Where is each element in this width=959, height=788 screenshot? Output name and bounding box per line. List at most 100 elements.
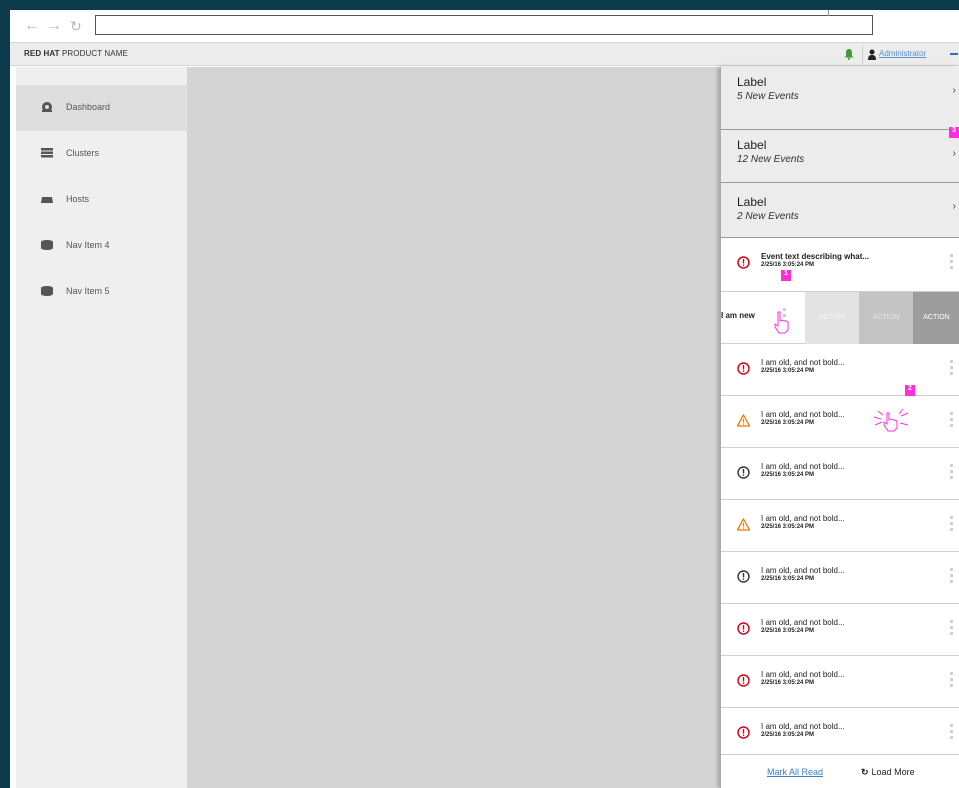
error-circle-icon xyxy=(737,256,750,269)
load-more-label: Load More xyxy=(871,767,915,777)
error-circle-icon xyxy=(737,726,750,739)
annotation-badge: 2 xyxy=(905,385,915,396)
database-icon xyxy=(41,240,53,250)
notification-time: 2/25/16 3:05:24 PM xyxy=(761,368,815,374)
action-button[interactable]: ACTION xyxy=(913,292,959,344)
notification-time: 2/25/16 3:05:24 PM xyxy=(761,732,815,738)
notification-item[interactable]: I am old, and not bold... 2/25/16 3:05:24… xyxy=(721,396,959,448)
notification-title: I am old, and not bold... xyxy=(761,462,845,471)
chevron-right-icon: › xyxy=(952,85,956,96)
notification-title: I am new xyxy=(721,311,755,320)
action-button[interactable]: ACTION xyxy=(859,292,913,344)
brand-name[interactable]: RED HAT PRODUCT NAME xyxy=(24,49,128,58)
chevron-right-icon: › xyxy=(952,201,956,212)
notification-item[interactable]: I am old, and not bold... 2/25/16 3:05:24… xyxy=(721,604,959,656)
forward-arrow-icon[interactable]: → xyxy=(46,18,62,34)
warning-triangle-icon xyxy=(737,518,750,531)
sidebar-item-label: Hosts xyxy=(66,194,90,204)
notification-item[interactable]: I am old, and not bold... 2/25/16 3:05:24… xyxy=(721,500,959,552)
masthead-toggle[interactable] xyxy=(950,53,958,55)
error-circle-icon xyxy=(737,622,750,635)
kebab-menu-icon[interactable] xyxy=(950,516,954,534)
notification-title: I am old, and not bold... xyxy=(761,410,845,419)
database-icon xyxy=(41,286,53,296)
clusters-icon xyxy=(41,148,53,158)
annotation-badge: 1 xyxy=(781,270,791,281)
notification-title: I am old, and not bold... xyxy=(761,358,845,367)
group-count: 5 New Events xyxy=(737,91,799,102)
notification-title: I am old, and not bold... xyxy=(761,566,845,575)
drawer-group[interactable]: Label 2 New Events › xyxy=(721,183,959,238)
kebab-menu-icon[interactable] xyxy=(950,464,954,482)
chevron-right-icon: › xyxy=(952,148,956,159)
kebab-menu-icon[interactable] xyxy=(950,568,954,586)
brand-bold: RED HAT xyxy=(24,49,60,58)
group-label: Label xyxy=(737,195,767,209)
action-button[interactable]: ACTION xyxy=(805,292,859,344)
sidebar-item-label: Nav Item 5 xyxy=(66,286,110,296)
chrome-divider xyxy=(828,10,829,16)
kebab-menu-icon[interactable] xyxy=(950,724,954,742)
notification-time: 2/25/16 3:05:24 PM xyxy=(761,576,815,582)
sidebar: Dashboard Clusters Hosts Nav Item 4 Nav … xyxy=(16,67,187,788)
notification-title: Event text describing what... xyxy=(761,252,870,261)
kebab-menu-icon[interactable] xyxy=(950,412,954,430)
sidebar-item-dashboard[interactable]: Dashboard xyxy=(16,85,187,131)
drawer-footer: Mark All Read ↻ Load More xyxy=(721,754,959,788)
notification-item[interactable]: I am old, and not bold... 2/25/16 3:05:24… xyxy=(721,448,959,500)
brand-rest: PRODUCT NAME xyxy=(59,49,128,58)
sidebar-item-label: Dashboard xyxy=(66,102,111,112)
notification-time: 2/25/16 3:05:24 PM xyxy=(761,680,815,686)
tap-gesture-icon xyxy=(774,311,789,334)
notification-drawer: Label 5 New Events › Label 12 New Events… xyxy=(720,67,959,788)
load-more-button[interactable]: ↻ Load More xyxy=(861,767,918,778)
url-bar[interactable] xyxy=(95,15,873,35)
notification-item[interactable]: I am old, and not bold... 2/25/16 3:05:24… xyxy=(721,552,959,604)
notification-item[interactable]: Event text describing what... 2/25/16 3:… xyxy=(721,238,959,292)
kebab-menu-icon[interactable] xyxy=(950,254,954,272)
notification-item[interactable]: I am old, and not bold... 2/25/16 3:05:24… xyxy=(721,708,959,760)
notification-title: I am old, and not bold... xyxy=(761,618,845,627)
sidebar-item-hosts[interactable]: Hosts xyxy=(16,177,187,223)
swipe-gesture-icon xyxy=(873,408,909,432)
annotation-badge: 3 xyxy=(949,127,959,138)
sidebar-item-label: Clusters xyxy=(66,148,100,158)
swiped-notification[interactable]: I am new ACTION ACTION ACTION xyxy=(721,292,959,344)
user-icon xyxy=(868,49,876,60)
notification-time: 2/25/16 3:05:24 PM xyxy=(761,628,815,634)
sidebar-item-nav-5[interactable]: Nav Item 5 xyxy=(16,269,187,315)
drawer-group[interactable]: Label 5 New Events › xyxy=(721,67,959,130)
notification-time: 2/25/16 3:05:24 PM xyxy=(761,420,815,426)
sidebar-item-nav-4[interactable]: Nav Item 4 xyxy=(16,223,187,269)
bell-icon[interactable] xyxy=(844,49,854,60)
notification-title: I am old, and not bold... xyxy=(761,722,845,731)
notification-time: 2/25/16 3:05:24 PM xyxy=(761,472,815,478)
refresh-icon: ↻ xyxy=(861,767,869,777)
info-circle-icon xyxy=(737,466,750,479)
notification-title: I am old, and not bold... xyxy=(761,670,845,679)
back-arrow-icon[interactable]: ← xyxy=(24,18,40,34)
group-count: 12 New Events xyxy=(737,154,805,165)
notification-title: I am old, and not bold... xyxy=(761,514,845,523)
browser-chrome: ← → ↻ xyxy=(10,10,959,42)
main-content xyxy=(187,67,720,788)
dashboard-icon xyxy=(42,102,52,112)
group-label: Label xyxy=(737,75,767,89)
info-circle-icon xyxy=(737,570,750,583)
notification-item[interactable]: I am old, and not bold... 2/25/16 3:05:24… xyxy=(721,344,959,396)
group-count: 2 New Events xyxy=(737,211,799,222)
kebab-menu-icon[interactable] xyxy=(950,360,954,378)
notification-item[interactable]: I am old, and not bold... 2/25/16 3:05:24… xyxy=(721,656,959,708)
warning-triangle-icon xyxy=(737,414,750,427)
kebab-menu-icon[interactable] xyxy=(950,672,954,690)
mark-all-read-link[interactable]: Mark All Read xyxy=(767,767,823,777)
reload-icon[interactable]: ↻ xyxy=(70,18,82,34)
error-circle-icon xyxy=(737,674,750,687)
drawer-group[interactable]: Label 12 New Events › xyxy=(721,130,959,183)
sidebar-item-clusters[interactable]: Clusters xyxy=(16,131,187,177)
masthead-divider xyxy=(862,47,863,63)
kebab-menu-icon[interactable] xyxy=(950,620,954,638)
group-label: Label xyxy=(737,138,767,152)
masthead: RED HAT PRODUCT NAME Administrator xyxy=(10,42,959,66)
user-menu[interactable]: Administrator xyxy=(879,49,926,58)
